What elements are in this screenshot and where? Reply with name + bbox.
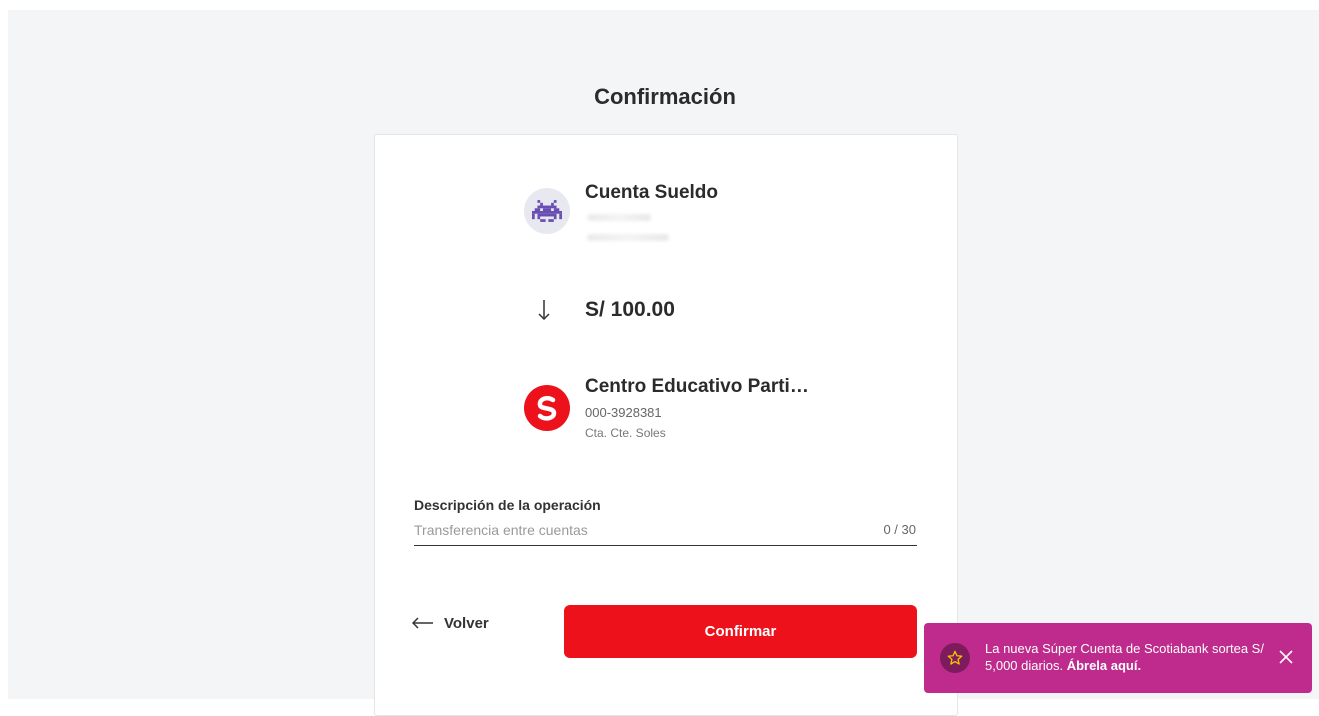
destination-name: Centro Educativo Parti… [585,376,809,397]
origin-account-name: Cuenta Sueldo [585,182,719,203]
origin-account-type-redacted [587,234,669,241]
confirm-button[interactable]: Confirmar [564,605,917,658]
toast-message: La nueva Súper Cuenta de Scotiabank sort… [985,640,1265,674]
description-input[interactable] [414,520,874,540]
description-char-counter: 0 / 30 [883,522,916,537]
scotiabank-logo-icon [524,385,570,431]
page-title: Confirmación [594,84,736,109]
destination-account-number: 000-3928381 [585,405,662,420]
description-label: Descripción de la operación [414,497,601,513]
space-invader-icon [524,188,570,234]
close-icon[interactable] [1276,647,1296,667]
transfer-amount: S/ 100.00 [585,298,675,321]
arrow-down-icon [537,298,551,328]
description-underline [414,545,917,546]
promo-toast[interactable]: La nueva Súper Cuenta de Scotiabank sort… [924,623,1312,693]
destination-account-type: Cta. Cte. Soles [585,426,666,440]
back-button[interactable]: Volver [411,613,489,633]
toast-link[interactable]: Ábrela aquí. [1067,658,1141,673]
star-icon [940,643,970,673]
arrow-left-icon [411,613,434,633]
origin-account-number-redacted [587,214,651,221]
back-button-label: Volver [444,614,489,632]
